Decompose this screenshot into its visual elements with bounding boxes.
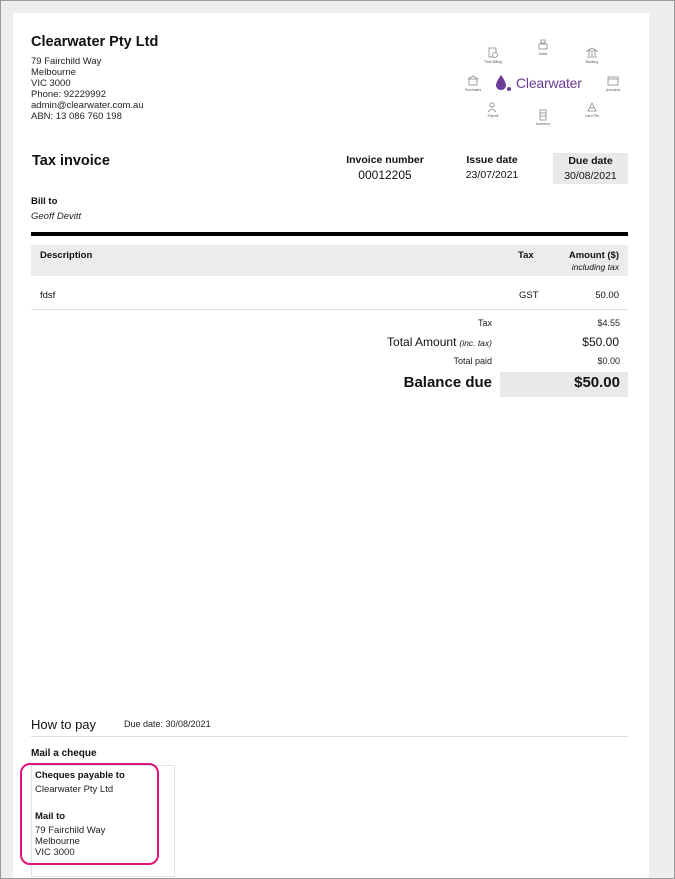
folder-icon	[607, 76, 619, 86]
brand-name: Clearwater	[516, 75, 582, 91]
how-to-pay-due-date: Due date: 30/08/2021	[124, 719, 211, 729]
icon-label: Banking	[585, 60, 599, 64]
mail-cheque-title: Mail a cheque	[31, 748, 97, 759]
timer-icon	[488, 47, 498, 58]
row-description: fdsf	[40, 290, 56, 301]
invoice-page: Clearwater Pty Ltd 79 Fairchild Way Melb…	[13, 13, 649, 879]
column-header-description: Description	[40, 250, 93, 261]
company-abn: ABN: 13 086 760 198	[31, 111, 122, 122]
total-amount-value: $50.00	[582, 335, 619, 349]
balance-due-value: $50.00	[574, 374, 620, 391]
brand-mark: Clearwater	[493, 73, 582, 93]
address-line: 79 Fairchild Way	[31, 56, 102, 67]
inventory-item: Inventory	[528, 109, 558, 126]
people-icon	[487, 102, 497, 113]
icon-label: Time Billing	[484, 60, 502, 64]
document-title: Tax invoice	[32, 153, 110, 169]
contacts-icon	[587, 102, 597, 112]
time-billing-item: Time Billing	[478, 47, 508, 64]
company-address: 79 Fairchild Way Melbourne VIC 3000 Phon…	[31, 56, 144, 122]
row-amount: 50.00	[595, 290, 619, 301]
bank-icon	[586, 47, 598, 58]
total-paid-label: Total paid	[453, 356, 492, 366]
company-phone: Phone: 92229992	[31, 89, 107, 100]
balance-due-label: Balance due	[403, 374, 492, 391]
amount-header-label: Amount ($)	[568, 250, 619, 261]
table-row: fdsf GST 50.00	[31, 276, 628, 310]
cash-register-icon	[538, 39, 548, 50]
sales-item: Sales	[528, 39, 558, 56]
invoice-number-label: Invoice number	[346, 154, 424, 166]
card-file-item: Card File	[577, 101, 607, 118]
total-amount-note: (inc. tax)	[459, 338, 492, 348]
due-date: Due date 30/08/2021	[553, 153, 628, 184]
address-line: VIC 3000	[31, 78, 71, 89]
total-paid-value: $0.00	[597, 356, 620, 366]
banking-item: Banking	[577, 47, 607, 64]
address-line: Melbourne	[31, 67, 76, 78]
company-logo: Time Billing Sales Banking Purchases Acc…	[461, 39, 631, 129]
due-date-value: 30/08/2021	[564, 170, 617, 182]
boxes-icon	[539, 109, 547, 121]
divider	[31, 736, 628, 737]
icon-label: Accounts	[605, 88, 621, 92]
column-header-tax: Tax	[518, 250, 534, 261]
tax-total-value: $4.55	[597, 318, 620, 328]
invoice-number-value: 00012205	[358, 168, 412, 182]
payroll-item: Payroll	[478, 101, 508, 118]
total-amount-label: Total Amount (inc. tax)	[387, 335, 492, 349]
highlight-annotation	[20, 763, 159, 865]
icon-label: Purchases	[464, 88, 482, 92]
icon-label: Payroll	[487, 114, 499, 118]
store-icon	[467, 75, 479, 86]
column-header-amount: Amount ($) including tax	[569, 250, 619, 272]
how-to-pay-title: How to pay	[31, 717, 97, 732]
due-date-label: Due date	[568, 155, 613, 167]
invoice-number: Invoice number 00012205	[335, 154, 435, 182]
table-header: Description Tax Amount ($) including tax	[31, 245, 628, 276]
issue-date-label: Issue date	[466, 154, 518, 166]
company-email: admin@clearwater.com.au	[31, 100, 144, 111]
tax-total-label: Tax	[477, 318, 492, 328]
issue-date-value: 23/07/2021	[465, 169, 519, 181]
bill-to-label: Bill to	[31, 196, 58, 207]
divider	[31, 232, 628, 236]
purchases-item: Purchases	[458, 75, 488, 92]
issue-date: Issue date 23/07/2021	[453, 154, 531, 181]
bill-to-name: Geoff Devitt	[31, 211, 82, 222]
water-drops-icon	[496, 75, 511, 91]
total-amount-text: Total Amount	[387, 335, 457, 349]
row-tax: GST	[519, 290, 539, 301]
icon-label: Sales	[538, 52, 548, 56]
icon-label: Card File	[584, 114, 600, 118]
accounts-item: Accounts	[598, 75, 628, 92]
amount-header-sublabel: including tax	[571, 262, 619, 272]
icon-label: Inventory	[535, 122, 551, 126]
company-name: Clearwater Pty Ltd	[31, 34, 159, 50]
